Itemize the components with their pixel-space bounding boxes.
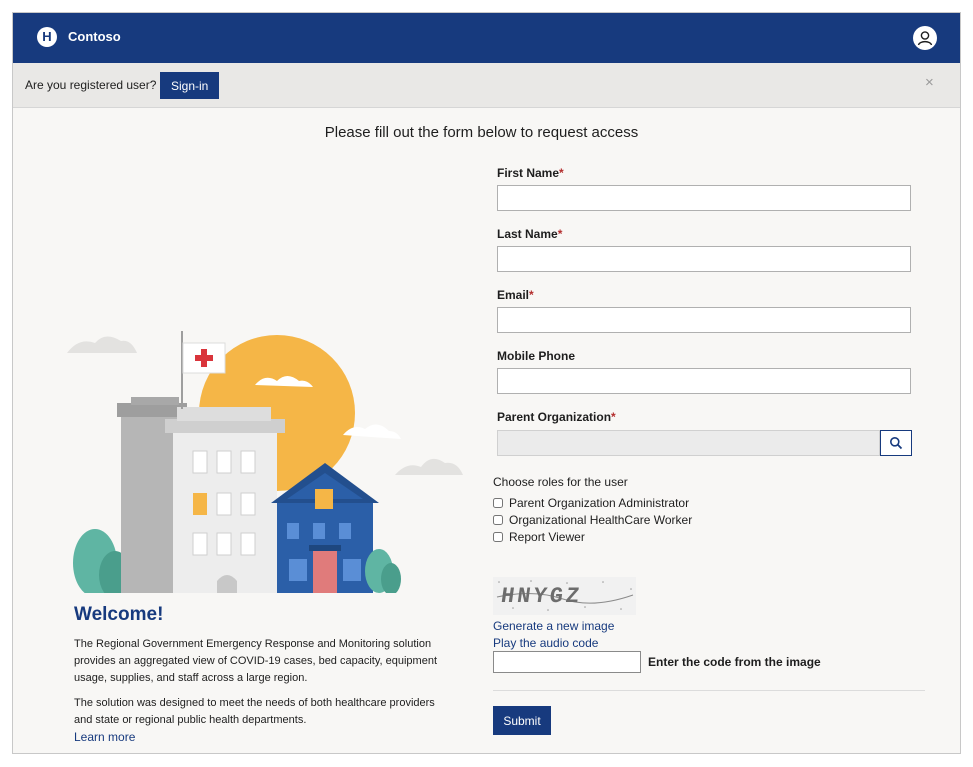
user-profile-icon[interactable] — [913, 26, 937, 50]
portal-window: H Contoso Are you registered user? Sign-… — [12, 12, 961, 754]
mobile-phone-field[interactable] — [497, 368, 911, 394]
role-report-viewer[interactable]: Report Viewer — [493, 530, 585, 544]
first-name-field[interactable] — [497, 185, 911, 211]
welcome-audience-text: The solution was designed to meet the ne… — [74, 697, 435, 726]
last-name-field[interactable] — [497, 246, 911, 272]
captcha-text: HNYGZ — [499, 584, 584, 609]
parent-organization-field — [497, 430, 880, 456]
close-icon[interactable]: × — [925, 74, 934, 91]
hospital-illustration — [65, 313, 465, 599]
captcha-image: HNYGZ — [493, 577, 636, 615]
roles-title: Choose roles for the user — [493, 475, 628, 489]
generate-new-image-link[interactable]: Generate a new image — [493, 619, 614, 633]
role-checkbox[interactable] — [493, 515, 503, 525]
sign-in-button[interactable]: Sign-in — [160, 72, 220, 99]
captcha-code-input[interactable] — [493, 651, 641, 673]
play-audio-code-link[interactable]: Play the audio code — [493, 636, 598, 650]
brand-name[interactable]: Contoso — [68, 29, 121, 44]
registration-notice-bar: Are you registered user? Sign-in × — [13, 63, 960, 108]
submit-button[interactable]: Submit — [493, 706, 551, 735]
welcome-title: Welcome! — [74, 604, 164, 625]
parent-organization-label: Parent Organization* — [497, 410, 616, 424]
learn-more-link[interactable]: Learn more — [74, 730, 135, 744]
email-field[interactable] — [497, 307, 911, 333]
top-navigation-bar: H Contoso — [13, 13, 960, 63]
form-divider — [493, 690, 925, 691]
search-icon — [890, 437, 903, 450]
role-parent-organization-administrator[interactable]: Parent Organization Administrator — [493, 496, 689, 510]
captcha-code-label: Enter the code from the image — [648, 655, 821, 669]
mobile-phone-label: Mobile Phone — [497, 349, 575, 363]
parent-organization-lookup-button[interactable] — [880, 430, 912, 456]
notice-text: Are you registered user? — [25, 78, 157, 92]
welcome-description: The Regional Government Emergency Respon… — [74, 638, 437, 684]
form-title: Please fill out the form below to reques… — [324, 124, 639, 141]
logo-icon: H — [37, 27, 57, 47]
role-checkbox[interactable] — [493, 498, 503, 508]
role-organizational-healthcare-worker[interactable]: Organizational HealthCare Worker — [493, 513, 692, 527]
last-name-label: Last Name* — [497, 227, 563, 241]
role-checkbox[interactable] — [493, 532, 503, 542]
email-label: Email* — [497, 288, 534, 302]
first-name-label: First Name* — [497, 166, 564, 180]
